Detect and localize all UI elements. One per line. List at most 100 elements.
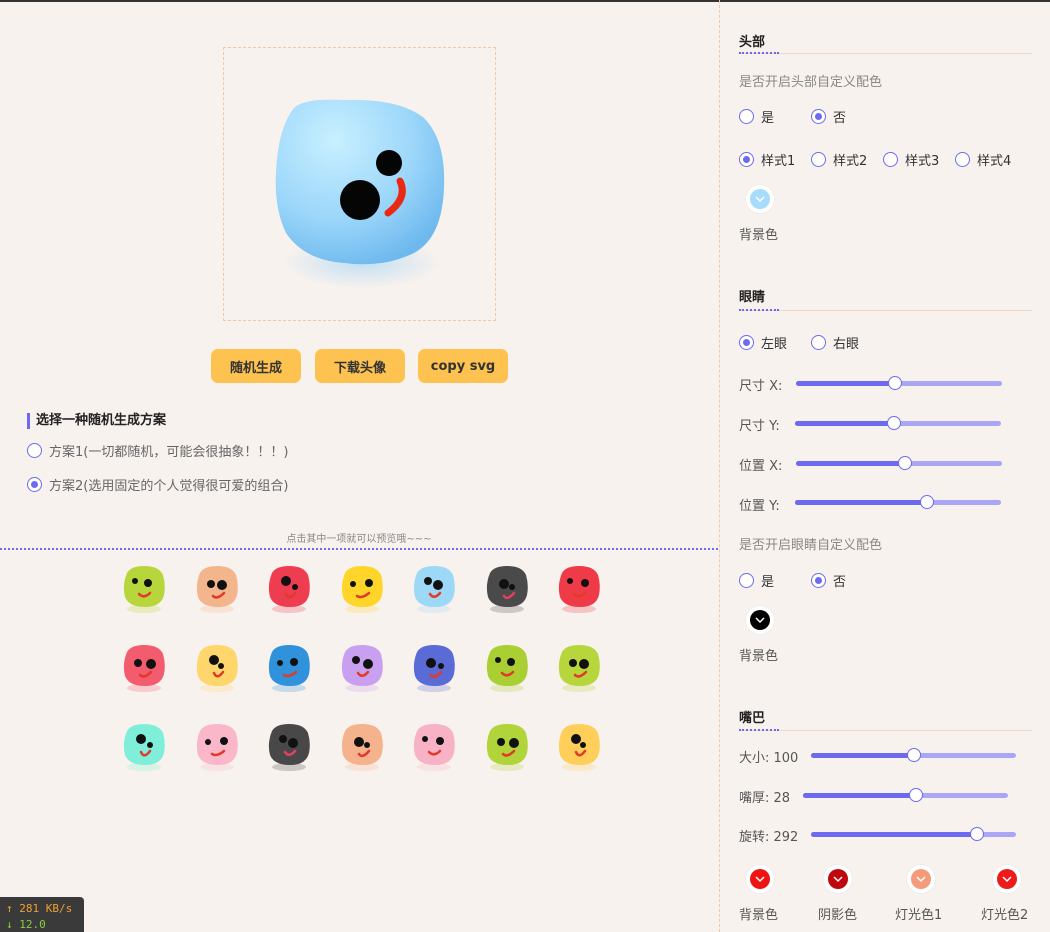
avatar-image: [275, 99, 445, 289]
head-style-1[interactable]: 样式1: [739, 150, 795, 169]
head-style-2[interactable]: 样式2: [811, 150, 867, 169]
radio-button-selected[interactable]: [739, 152, 754, 167]
eye-pos-y-slider[interactable]: [795, 495, 1001, 509]
avatar-thumbnail[interactable]: [484, 721, 530, 771]
head-bg-color-label: 背景色: [739, 228, 779, 243]
avatar-thumbnail-image: [196, 645, 238, 692]
copy-svg-button[interactable]: copy svg: [418, 349, 508, 383]
radio-button[interactable]: [739, 573, 754, 588]
slider-knob[interactable]: [970, 827, 985, 841]
mouth-shadow-color-picker[interactable]: [824, 865, 852, 893]
avatar-thumbnail-image: [558, 645, 600, 692]
avatar-thumbnail[interactable]: [121, 642, 167, 692]
avatar-thumbnail[interactable]: [194, 721, 240, 771]
avatar-thumbnail[interactable]: [411, 642, 457, 692]
mouth-rotate-slider[interactable]: [811, 827, 1016, 841]
radio-button[interactable]: [811, 152, 826, 167]
slider-knob[interactable]: [919, 495, 934, 509]
radio-button[interactable]: [739, 109, 754, 124]
avatar-thumbnail-image: [413, 724, 455, 771]
mouth-light2-color-label: 灯光色2: [981, 908, 1029, 923]
eyes-section-title: 眼睛: [739, 290, 766, 305]
radio-button[interactable]: [883, 152, 898, 167]
head-style-3[interactable]: 样式3: [883, 150, 939, 169]
color-swatch: [911, 869, 931, 889]
avatar-thumbnail[interactable]: [484, 642, 530, 692]
section-underline-accent: [739, 309, 779, 311]
avatar-thumbnail-image: [486, 645, 528, 692]
head-custom-color-label: 是否开启头部自定义配色: [739, 75, 883, 90]
head-bg-color-picker[interactable]: [746, 185, 774, 213]
scheme-option-2-label: 方案2(选用固定的个人觉得很可爱的组合): [49, 479, 289, 494]
head-style-4[interactable]: 样式4: [955, 150, 1011, 169]
radio-button[interactable]: [955, 152, 970, 167]
avatar-thumbnail[interactable]: [121, 721, 167, 771]
mouth-bg-color-picker[interactable]: [746, 865, 774, 893]
radio-label: 样式3: [905, 154, 940, 169]
radio-label: 是: [761, 111, 775, 126]
avatar-thumbnail-image: [123, 724, 165, 771]
avatar-thumbnail[interactable]: [339, 563, 385, 613]
scheme-option-2[interactable]: 方案2(选用固定的个人觉得很可爱的组合): [27, 475, 288, 494]
mouth-size-slider[interactable]: [811, 748, 1016, 762]
mouth-light1-color-label: 灯光色1: [895, 908, 943, 923]
radio-label: 右眼: [833, 337, 860, 352]
scheme-option-1[interactable]: 方案1(一切都随机，可能会很抽象！！！): [27, 441, 288, 460]
network-speed-widget: ↑ 281 KB/s ↓ 12.0 KB/s: [0, 897, 84, 932]
avatar-thumbnail[interactable]: [556, 721, 602, 771]
avatar-thumbnail[interactable]: [194, 563, 240, 613]
eye-size-y-slider[interactable]: [795, 416, 1001, 430]
radio-button-selected[interactable]: [739, 335, 754, 350]
scheme-option-1-label: 方案1(一切都随机，可能会很抽象！！！): [49, 445, 289, 460]
chevron-down-icon: [755, 876, 765, 883]
eye-left-option[interactable]: 左眼: [739, 333, 787, 352]
avatar-thumbnail[interactable]: [411, 563, 457, 613]
radio-button-selected[interactable]: [811, 109, 826, 124]
radio-label: 否: [833, 575, 847, 590]
avatar-thumbnail[interactable]: [411, 721, 457, 771]
eye-size-x-slider[interactable]: [796, 376, 1002, 390]
mouth-light1-color-picker[interactable]: [907, 865, 935, 893]
eye-custom-no[interactable]: 否: [811, 571, 846, 590]
radio-button-selected[interactable]: [27, 477, 42, 492]
section-underline-accent: [739, 52, 779, 54]
random-generate-button[interactable]: 随机生成: [211, 349, 301, 383]
eye-bg-color-picker[interactable]: [746, 606, 774, 634]
slider-knob[interactable]: [908, 788, 923, 802]
eye-pos-y-label: 位置 Y:: [739, 499, 780, 514]
mouth-thickness-slider[interactable]: [803, 788, 1008, 802]
radio-label: 否: [833, 111, 847, 126]
avatar-thumbnail-image: [413, 566, 455, 613]
slider-knob[interactable]: [886, 416, 901, 430]
avatar-thumbnail[interactable]: [339, 721, 385, 771]
download-avatar-button[interactable]: 下载头像: [315, 349, 405, 383]
eye-bg-color-label: 背景色: [739, 649, 779, 664]
avatar-thumbnail[interactable]: [194, 642, 240, 692]
avatar-thumbnail[interactable]: [266, 721, 312, 771]
eye-right-option[interactable]: 右眼: [811, 333, 859, 352]
eye-custom-yes[interactable]: 是: [739, 571, 774, 590]
avatar-thumbnail-image: [341, 724, 383, 771]
mouth-light2-color-picker[interactable]: [993, 865, 1021, 893]
radio-button[interactable]: [811, 335, 826, 350]
slider-knob[interactable]: [887, 376, 902, 390]
section-underline: [739, 310, 1032, 311]
head-custom-no[interactable]: 否: [811, 107, 846, 126]
radio-button[interactable]: [27, 443, 42, 458]
mouth-size-label: 大小: 100: [739, 751, 799, 766]
avatar-thumbnail[interactable]: [484, 563, 530, 613]
radio-label: 左眼: [761, 337, 788, 352]
head-custom-yes[interactable]: 是: [739, 107, 774, 126]
slider-fill: [811, 753, 914, 758]
slider-knob[interactable]: [906, 748, 921, 762]
radio-button-selected[interactable]: [811, 573, 826, 588]
avatar-thumbnail[interactable]: [556, 563, 602, 613]
chevron-down-icon: [755, 617, 765, 624]
avatar-thumbnail[interactable]: [266, 642, 312, 692]
avatar-thumbnail[interactable]: [121, 563, 167, 613]
avatar-thumbnail[interactable]: [339, 642, 385, 692]
eye-pos-x-slider[interactable]: [796, 456, 1002, 470]
slider-fill: [803, 793, 916, 798]
avatar-thumbnail[interactable]: [266, 563, 312, 613]
avatar-thumbnail[interactable]: [556, 642, 602, 692]
